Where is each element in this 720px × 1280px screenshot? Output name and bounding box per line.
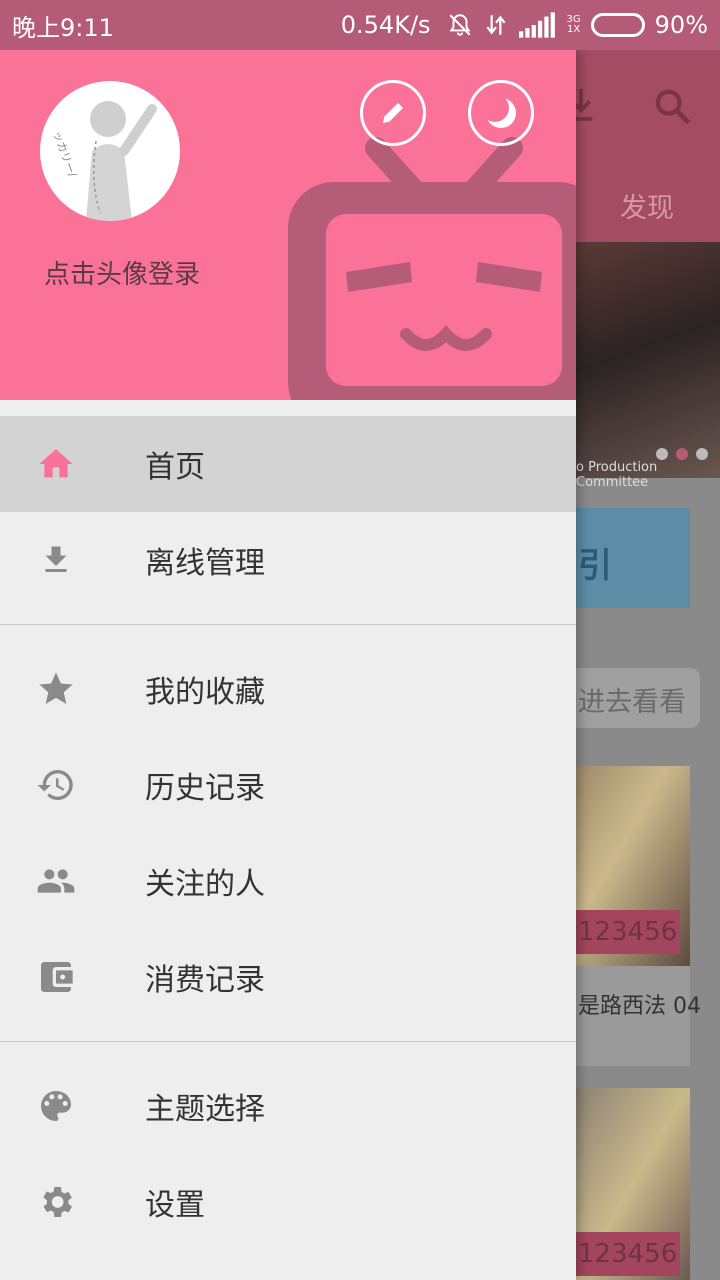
menu-divider [0, 624, 576, 625]
go-look-label: 进去看看 [578, 687, 686, 718]
drawer-item-label: 消费记录 [145, 963, 265, 998]
drawer-item-palette[interactable]: 主题选择 [0, 1058, 576, 1154]
drawer-item-download[interactable]: 离线管理 [0, 512, 576, 608]
signal-icon [518, 12, 555, 38]
tab-discover[interactable]: 发现 [620, 186, 674, 225]
download-icon [34, 538, 78, 582]
banner-dots [656, 448, 708, 460]
night-mode-button[interactable] [468, 80, 534, 146]
status-time: 晚上9:11 [12, 13, 114, 42]
network-type-bottom: 1X [566, 24, 581, 35]
network-type: 3G 1X [567, 15, 581, 35]
settings-icon [34, 1180, 78, 1224]
drawer-item-history[interactable]: 历史记录 [0, 737, 576, 833]
video-title: 是路西法 04 [578, 994, 701, 1019]
moon-icon [481, 94, 516, 128]
drawer-item-label: 离线管理 [145, 546, 265, 581]
drawer-item-settings[interactable]: 设置 [0, 1154, 576, 1250]
network-speed: 0.54K/s [340, 11, 431, 39]
zigzag-label: 引 [578, 546, 612, 586]
star-icon [34, 667, 78, 711]
drawer-item-label: 首页 [145, 450, 205, 485]
home-icon [34, 442, 78, 486]
avatar-scribble: ッカリー/ [50, 129, 79, 179]
video-tag: 123456 [576, 910, 680, 954]
drawer-menu: 首页离线管理我的收藏历史记录关注的人消费记录主题选择设置 [0, 416, 576, 1250]
data-transfer-icon [486, 15, 506, 35]
drawer-item-wallet[interactable]: 消费记录 [0, 929, 576, 1025]
drawer-item-home[interactable]: 首页 [0, 416, 576, 512]
battery-percent: 90% [654, 11, 708, 39]
drawer-item-label: 关注的人 [145, 867, 265, 902]
pencil-icon [383, 103, 403, 123]
wallet-icon [34, 955, 78, 999]
drawer-item-star[interactable]: 我的收藏 [0, 641, 576, 737]
video-tag: 123456 [576, 1232, 680, 1276]
palette-icon [34, 1084, 78, 1128]
notification-off-icon [449, 14, 471, 36]
tv-mascot-icon [288, 137, 576, 400]
drawer-header: ッカリー/ 点击头像登录 [0, 50, 576, 400]
search-icon[interactable] [652, 86, 692, 126]
history-icon [34, 763, 78, 807]
login-prompt[interactable]: 点击头像登录 [44, 254, 200, 291]
drawer-item-label: 我的收藏 [145, 675, 265, 710]
drawer-item-label: 设置 [145, 1188, 205, 1223]
drawer-item-label: 主题选择 [145, 1092, 265, 1127]
status-bar: 晚上9:11 0.54K/s 3G 1X 90% [0, 0, 720, 50]
drawer-item-people[interactable]: 关注的人 [0, 833, 576, 929]
navigation-drawer: ッカリー/ 点击头像登录 首页离线管理我的收藏历史记录关注的人消费记录主题选择设… [0, 50, 576, 1280]
edit-button[interactable] [360, 80, 426, 146]
battery-icon [590, 13, 645, 37]
people-icon [34, 859, 78, 903]
avatar-sketch: ッカリー/ [50, 101, 157, 221]
banner-dot [656, 448, 668, 460]
banner-caption: o Production Committee [576, 460, 658, 490]
menu-divider [0, 1041, 576, 1042]
banner-dot [696, 448, 708, 460]
avatar[interactable]: ッカリー/ [40, 81, 180, 221]
banner-dot [676, 448, 688, 460]
drawer-item-label: 历史记录 [145, 771, 265, 806]
banner-image[interactable] [576, 242, 720, 478]
